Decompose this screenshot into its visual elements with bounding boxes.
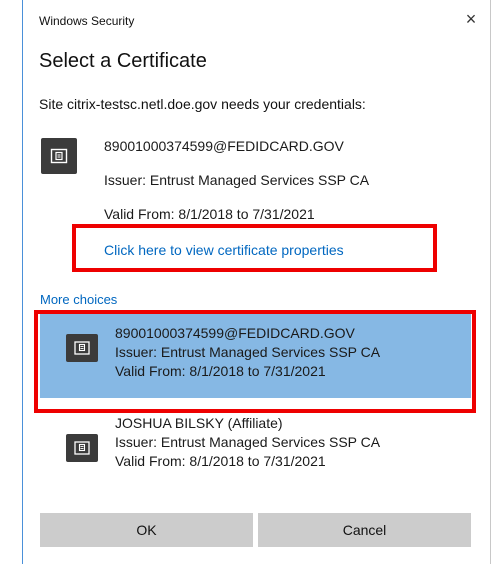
option-issuer: Issuer: Entrust Managed Services SSP CA [115,434,381,450]
more-choices-link[interactable]: More choices [40,292,117,307]
option-validity: Valid From: 8/1/2018 to 7/31/2021 [115,363,326,379]
option-validity: Valid From: 8/1/2018 to 7/31/2021 [115,453,326,469]
view-certificate-properties-link[interactable]: Click here to view certificate propertie… [104,242,344,258]
certificate-option-selected[interactable]: 89001000374599@FEDIDCARD.GOV Issuer: Ent… [40,312,471,398]
credentials-prompt: Site citrix-testsc.netl.doe.gov needs yo… [39,96,366,112]
dialog-heading: Select a Certificate [39,50,207,72]
close-icon[interactable]: × [460,8,482,30]
certificate-option[interactable]: JOSHUA BILSKY (Affiliate) Issuer: Entrus… [40,412,471,486]
cancel-button[interactable]: Cancel [258,513,471,547]
option-name: 89001000374599@FEDIDCARD.GOV [115,325,355,341]
window-title: Windows Security [39,14,135,28]
select-certificate-dialog: Windows Security × Select a Certificate … [22,0,491,564]
option-name: JOSHUA BILSKY (Affiliate) [115,415,283,431]
certificate-validity: Valid From: 8/1/2018 to 7/31/2021 [104,206,315,222]
certificate-card-icon [66,434,98,462]
certificate-card-icon [41,138,77,174]
ok-button[interactable]: OK [40,513,253,547]
certificate-issuer: Issuer: Entrust Managed Services SSP CA [104,172,370,188]
certificate-name: 89001000374599@FEDIDCARD.GOV [104,138,344,154]
certificate-card-icon [66,334,98,362]
option-issuer: Issuer: Entrust Managed Services SSP CA [115,344,381,360]
